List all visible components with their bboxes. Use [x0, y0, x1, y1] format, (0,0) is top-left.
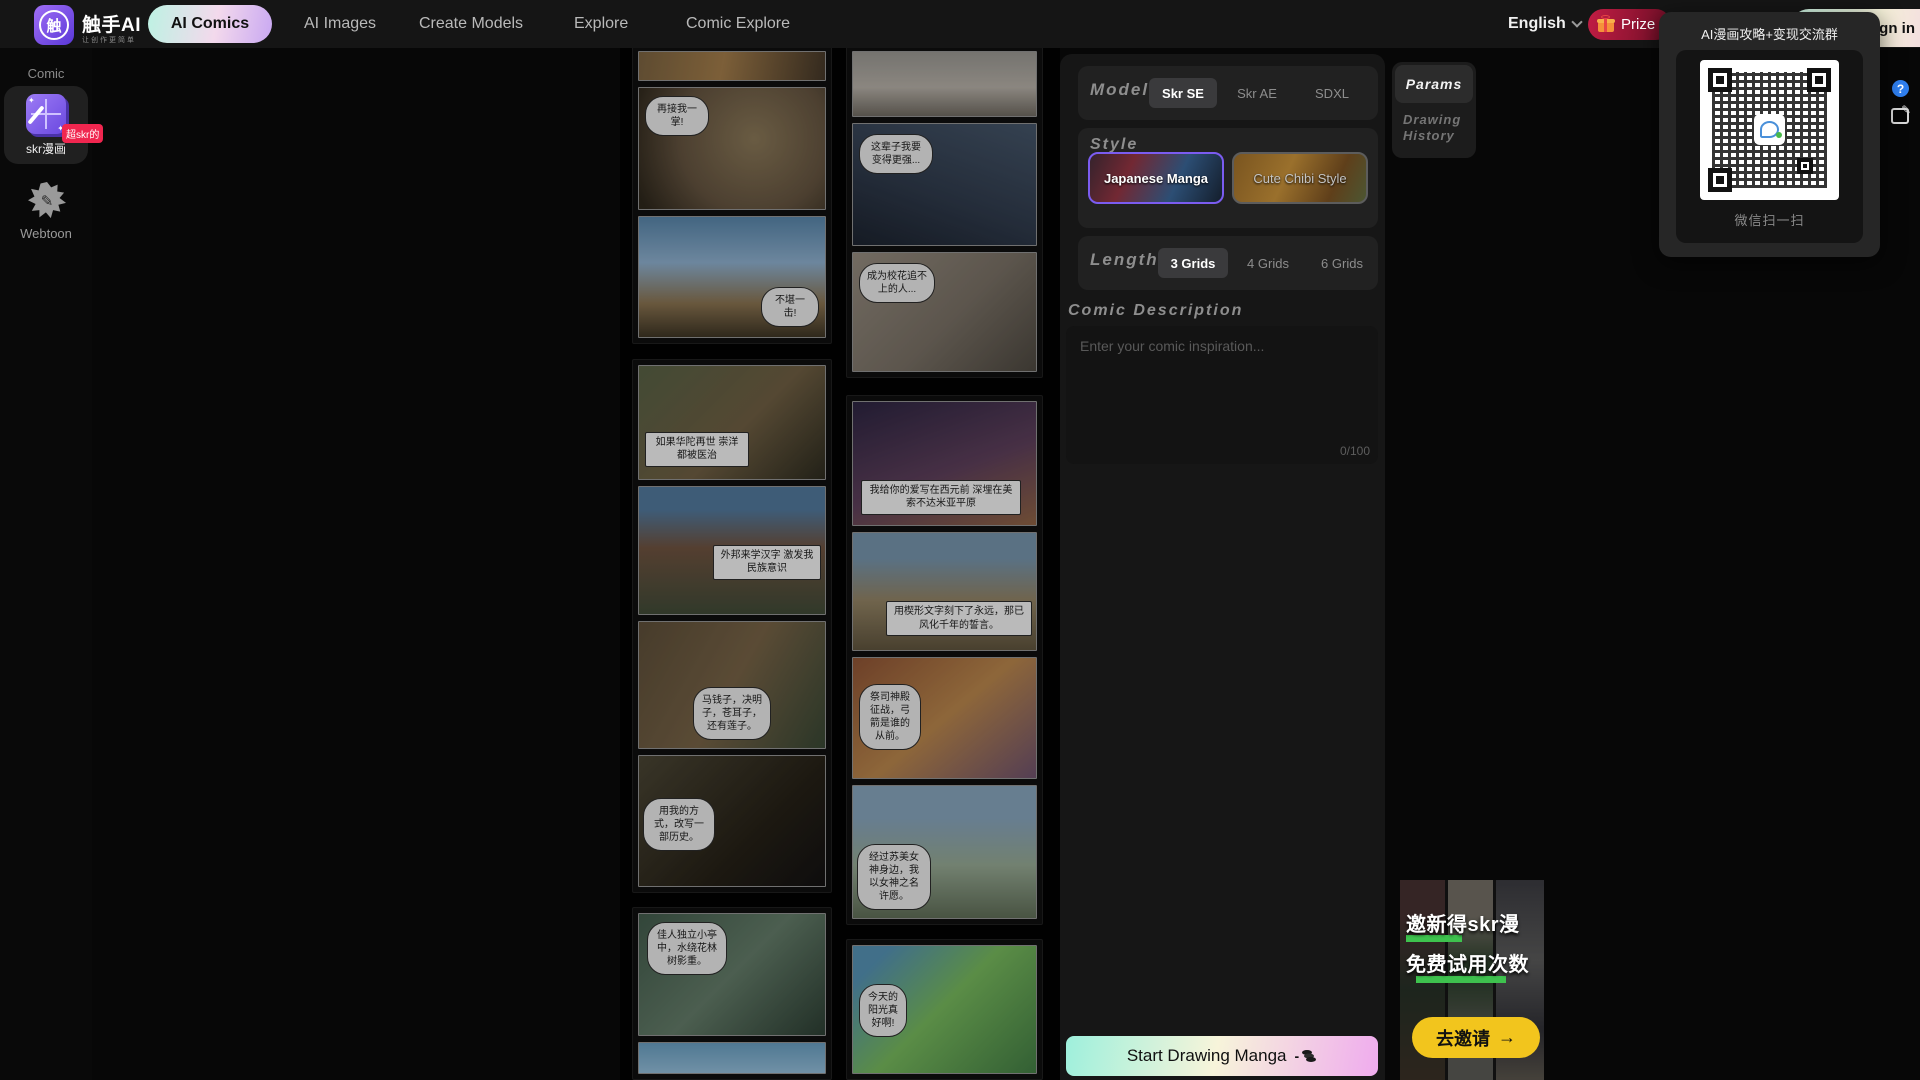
tab-params[interactable]: Params [1395, 65, 1473, 103]
webtoon-icon: ✎ [28, 182, 66, 220]
model-option-sdxl[interactable]: SDXL [1310, 78, 1354, 108]
comic-panel: 经过苏美女神身边，我以女神之名许愿。 [852, 785, 1037, 919]
sidebar-section-label: Comic [0, 66, 92, 81]
caption-box: 外邦来学汉字 激发我民族意识 [713, 545, 821, 580]
help-icon[interactable]: ? [1892, 80, 1909, 97]
style-option-japanese-manga[interactable]: Japanese Manga [1088, 152, 1224, 204]
comic-panel: 外邦来学汉字 激发我民族意识 [638, 486, 826, 615]
sidebar-item-webtoon-label: Webtoon [0, 226, 92, 241]
feedback-icon[interactable]: ✎ [1891, 108, 1909, 124]
comic-strip[interactable]: 我给你的爱写在西元前 深埋在美索不达米亚平原 用楔形文字刻下了永远，那已风化千年… [846, 395, 1043, 925]
prize-label: Prize [1621, 16, 1655, 33]
nav-tab-explore[interactable]: Explore [574, 0, 628, 48]
model-label: Model [1090, 80, 1149, 100]
comic-panel: 成为校花追不上的人... [852, 252, 1037, 372]
skr-badge: 超skr的 [62, 124, 103, 143]
logo-subtitle: 让创作更简单 [82, 35, 136, 45]
start-button-label: Start Drawing Manga [1127, 1046, 1287, 1066]
nav-tab-comic-explore-label: Comic Explore [686, 15, 790, 33]
speech-bubble: 成为校花追不上的人... [859, 263, 935, 303]
nav-tab-create-models[interactable]: Create Models [419, 0, 523, 48]
qr-container: 微信扫一扫 [1676, 50, 1863, 243]
comic-panel: 如果华陀再世 崇洋都被医治 [638, 365, 826, 480]
comic-strip[interactable]: 佳人独立小亭中，水绕花林树影重。 [632, 907, 832, 1080]
speech-bubble: 再接我一掌! [645, 96, 709, 136]
gift-icon [1598, 17, 1614, 32]
speech-bubble: 用我的方式，改写一部历史。 [643, 798, 715, 851]
comic-panel: 用楔形文字刻下了永远，那已风化千年的誓言。 [852, 532, 1037, 652]
model-option-skr-se[interactable]: Skr SE [1149, 78, 1217, 108]
comic-strip[interactable]: 今天的阳光真好啊! [846, 939, 1043, 1080]
speech-bubble: 今天的阳光真好啊! [859, 984, 907, 1037]
invite-button[interactable]: 去邀请 → [1412, 1017, 1540, 1058]
length-option-6-grids[interactable]: 6 Grids [1316, 248, 1368, 278]
top-nav: 触 触手AI 让创作更简单 AI Comics AI Images Create… [0, 0, 1920, 48]
skr-manga-icon: ✦ ✦ [26, 94, 66, 134]
length-label: Length [1090, 250, 1159, 270]
speech-bubble: 佳人独立小亭中，水绕花林树影重。 [647, 922, 727, 975]
sidebar-item-webtoon[interactable]: ✎ Webtoon [0, 174, 92, 248]
qr-code [1700, 60, 1839, 200]
coins-icon [1301, 1049, 1317, 1063]
qr-caption: 微信扫一扫 [1676, 210, 1863, 229]
promo-highlight [1416, 976, 1506, 983]
comic-panel: 用我的方式，改写一部历史。 [638, 755, 826, 887]
speech-bubble: 马钱子，决明子，苍耳子，还有莲子。 [693, 687, 771, 740]
nav-tab-ai-comics[interactable]: AI Comics [148, 5, 272, 43]
start-drawing-button[interactable]: Start Drawing Manga - [1066, 1036, 1378, 1076]
length-option-4-grids[interactable]: 4 Grids [1242, 248, 1294, 278]
logo[interactable]: 触 触手AI 让创作更简单 [34, 4, 164, 46]
arrow-right-icon: → [1498, 1027, 1516, 1048]
invite-button-label: 去邀请 [1436, 1025, 1490, 1051]
speech-bubble: 祭司神殿征战，弓箭是谁的从前。 [859, 684, 921, 750]
sparkle-icon: ✦ [28, 96, 35, 105]
language-selector[interactable]: English [1508, 0, 1581, 48]
comic-panel: 马钱子，决明子，苍耳子，还有莲子。 [638, 621, 826, 749]
pencil-icon: ✎ [41, 192, 54, 210]
chevron-down-icon [1571, 16, 1582, 27]
comic-strip[interactable]: 再接我一掌! 不堪一击! [632, 45, 832, 344]
caption-box: 如果华陀再世 崇洋都被医治 [645, 432, 749, 467]
comic-panel: 再接我一掌! [638, 87, 826, 210]
comic-panel: 今天的阳光真好啊! [852, 945, 1037, 1074]
char-counter: 0/100 [1318, 444, 1370, 458]
nav-tab-ai-images[interactable]: AI Images [304, 0, 376, 48]
comic-panel: 佳人独立小亭中，水绕花林树影重。 [638, 913, 826, 1036]
model-option-skr-ae[interactable]: Skr AE [1233, 78, 1281, 108]
caption-box: 用楔形文字刻下了永远，那已风化千年的誓言。 [886, 601, 1032, 636]
speech-bubble: 这辈子我要变得更强... [859, 134, 933, 174]
comic-panel [638, 1042, 826, 1074]
logo-icon: 触 [34, 5, 74, 45]
comic-panel: 这辈子我要变得更强... [852, 123, 1037, 246]
nav-tab-comic-explore[interactable]: Comic Explore NEW [686, 0, 790, 48]
comic-panel: 祭司神殿征战，弓箭是谁的从前。 [852, 657, 1037, 779]
comic-preview-area: 再接我一掌! 不堪一击! 如果华陀再世 崇洋都被医治 外邦来学汉字 激发我民族意… [620, 48, 1060, 1080]
promo-line1: 邀新得skr漫 [1406, 908, 1544, 937]
wechat-icon [1754, 114, 1785, 145]
caption-box: 我给你的爱写在西元前 深埋在美索不达米亚平原 [861, 480, 1021, 515]
comic-panel: 我给你的爱写在西元前 深埋在美索不达米亚平原 [852, 401, 1037, 526]
right-tab-strip: Params Drawing History [1392, 62, 1476, 158]
language-label: English [1508, 15, 1566, 33]
comic-panel: 不堪一击! [638, 216, 826, 338]
comic-panel [638, 51, 826, 81]
speech-bubble: 不堪一击! [761, 287, 819, 327]
speech-bubble: 经过苏美女神身边，我以女神之名许愿。 [857, 844, 931, 910]
comic-strip[interactable]: 这辈子我要变得更强... 成为校花追不上的人... [846, 45, 1043, 378]
comic-strip[interactable]: 如果华陀再世 崇洋都被医治 外邦来学汉字 激发我民族意识 马钱子，决明子，苍耳子… [632, 359, 832, 893]
comic-panel [852, 51, 1037, 117]
description-label: Comic Description [1068, 302, 1243, 320]
sidebar: Comic ✦ ✦ skr漫画 超skr的 ✎ Webtoon [0, 48, 92, 1080]
style-option-cute-chibi[interactable]: Cute Chibi Style [1232, 152, 1368, 204]
invite-promo-banner[interactable]: 邀新得skr漫 免费试用次数 去邀请 → [1400, 880, 1544, 1080]
qr-popup: AI漫画攻略+变现交流群 微信扫一扫 [1659, 12, 1880, 257]
qr-popup-title: AI漫画攻略+变现交流群 [1659, 24, 1880, 43]
logo-title: 触手AI [82, 10, 141, 37]
promo-line2: 免费试用次数 [1406, 948, 1544, 977]
length-option-3-grids[interactable]: 3 Grids [1158, 248, 1228, 278]
tab-drawing-history[interactable]: Drawing History [1395, 103, 1473, 155]
logo-glyph: 触 [39, 10, 69, 40]
app-root: 触 触手AI 让创作更简单 AI Comics AI Images Create… [0, 0, 1920, 1080]
cost-indicator: - [1295, 1048, 1318, 1064]
